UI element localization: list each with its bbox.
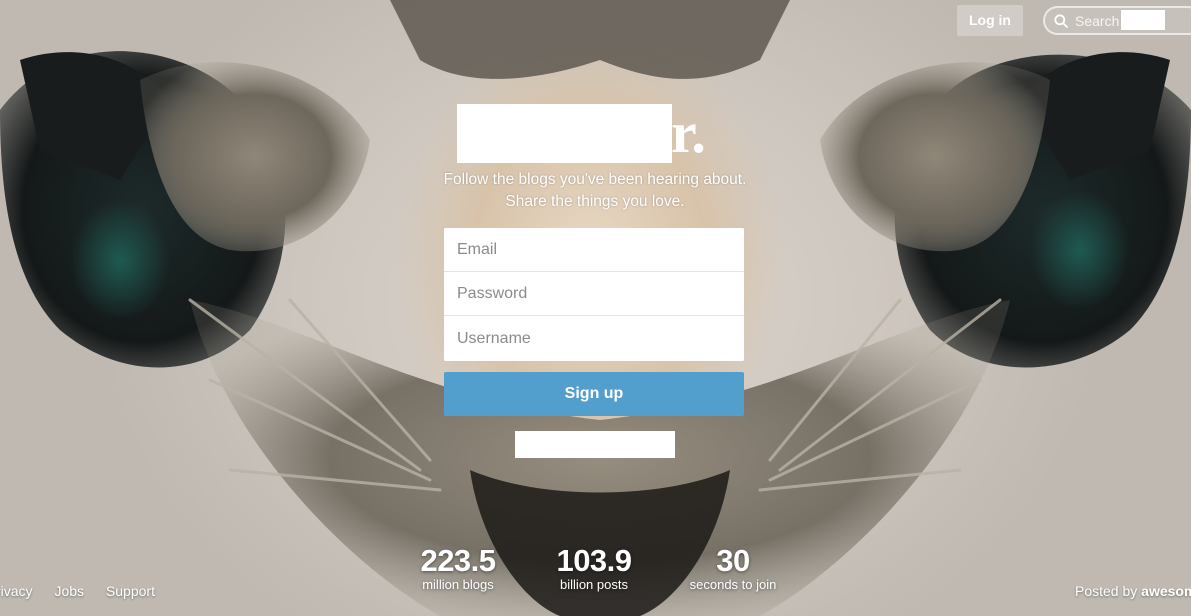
tagline-line-1: Follow the blogs you've been hearing abo…	[443, 171, 747, 188]
email-field[interactable]	[444, 228, 744, 272]
footer-link-support[interactable]: Support	[106, 583, 155, 599]
stat-seconds: 30 seconds to join	[683, 543, 783, 592]
stat-label: million blogs	[422, 577, 494, 592]
login-button[interactable]: Log in	[957, 5, 1023, 36]
signup-page: Log in r. Follow the blogs you've been h…	[0, 0, 1191, 616]
stat-posts: 103.9 billion posts	[544, 543, 644, 592]
site-logo: r.	[457, 100, 717, 165]
stat-blogs: 223.5 million blogs	[408, 543, 508, 592]
redacted-logo-block	[457, 104, 672, 163]
posted-by-prefix: Posted by	[1075, 583, 1138, 599]
footer-links: rivacy Jobs Support	[0, 583, 173, 599]
tagline: Follow the blogs you've been hearing abo…	[395, 169, 795, 213]
signup-button[interactable]: Sign up	[444, 372, 744, 416]
search-box[interactable]	[1043, 6, 1191, 35]
redacted-link-block[interactable]	[515, 431, 675, 458]
signup-form	[444, 228, 744, 361]
stat-label: billion posts	[560, 577, 628, 592]
stat-value: 30	[716, 543, 750, 578]
search-icon	[1054, 14, 1068, 28]
stat-value: 223.5	[420, 543, 496, 578]
footer-link-jobs[interactable]: Jobs	[54, 583, 84, 599]
stat-value: 103.9	[556, 543, 632, 578]
footer-link-privacy[interactable]: rivacy	[0, 583, 33, 599]
redacted-block	[1121, 10, 1165, 30]
photo-credit: Posted by awesom	[1075, 583, 1191, 599]
posted-by-link[interactable]: awesom	[1141, 583, 1191, 599]
tagline-line-2: Share the things you love.	[505, 193, 685, 210]
username-field[interactable]	[444, 316, 744, 361]
logo-suffix: r.	[671, 100, 706, 165]
password-field[interactable]	[444, 272, 744, 316]
stat-label: seconds to join	[689, 577, 777, 592]
